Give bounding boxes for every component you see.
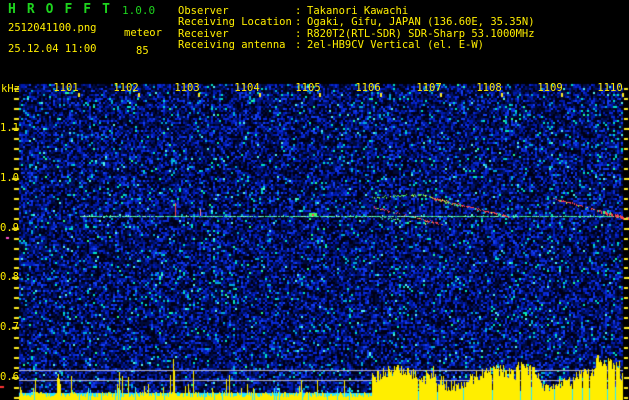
y-axis-unit-label: kHz bbox=[1, 83, 20, 95]
time-tick-label: 1110 bbox=[597, 82, 623, 94]
freq-tick-label: 0.7 bbox=[0, 321, 19, 333]
freq-tick-label: 1.0 bbox=[0, 172, 19, 184]
filename-label: 2512041100.png bbox=[8, 22, 97, 34]
freq-tick-label: 1.1 bbox=[0, 122, 19, 134]
version-label: 1.0.0 bbox=[122, 4, 156, 17]
freq-tick-label: 0.9 bbox=[0, 222, 19, 234]
spectrogram-canvas bbox=[0, 0, 629, 400]
time-tick-label: 1107 bbox=[416, 82, 442, 94]
hrofft-screen: HROFFT 1.0.0 2512041100.png meteor 25.12… bbox=[0, 0, 629, 400]
time-tick-label: 1103 bbox=[174, 82, 200, 94]
datetime-label: 25.12.04 11:00 bbox=[8, 43, 97, 55]
time-tick-label: 1108 bbox=[476, 82, 502, 94]
time-tick-label: 1106 bbox=[355, 82, 381, 94]
time-tick-label: 1109 bbox=[537, 82, 563, 94]
time-tick-label: 1102 bbox=[113, 82, 139, 94]
time-tick-label: 1104 bbox=[234, 82, 260, 94]
freq-tick-label: 0.8 bbox=[0, 271, 19, 283]
info-label: Receiving antenna bbox=[178, 39, 286, 52]
time-tick-label: 1101 bbox=[53, 82, 79, 94]
info-value: 2el-HB9CV Vertical (el. E-W) bbox=[307, 39, 485, 52]
time-tick-label: 1105 bbox=[295, 82, 321, 94]
station-info-block: Observer: Takanori Kawachi Receiving Loca… bbox=[178, 5, 535, 52]
echo-count-label: 85 bbox=[136, 45, 149, 57]
mode-label: meteor bbox=[124, 27, 162, 39]
info-row-antenna: Receiving antenna:2el-HB9CV Vertical (el… bbox=[178, 39, 535, 52]
info-colon: : bbox=[295, 39, 302, 52]
freq-tick-label: 0.6 bbox=[0, 371, 19, 383]
app-title: HROFFT bbox=[8, 2, 121, 17]
